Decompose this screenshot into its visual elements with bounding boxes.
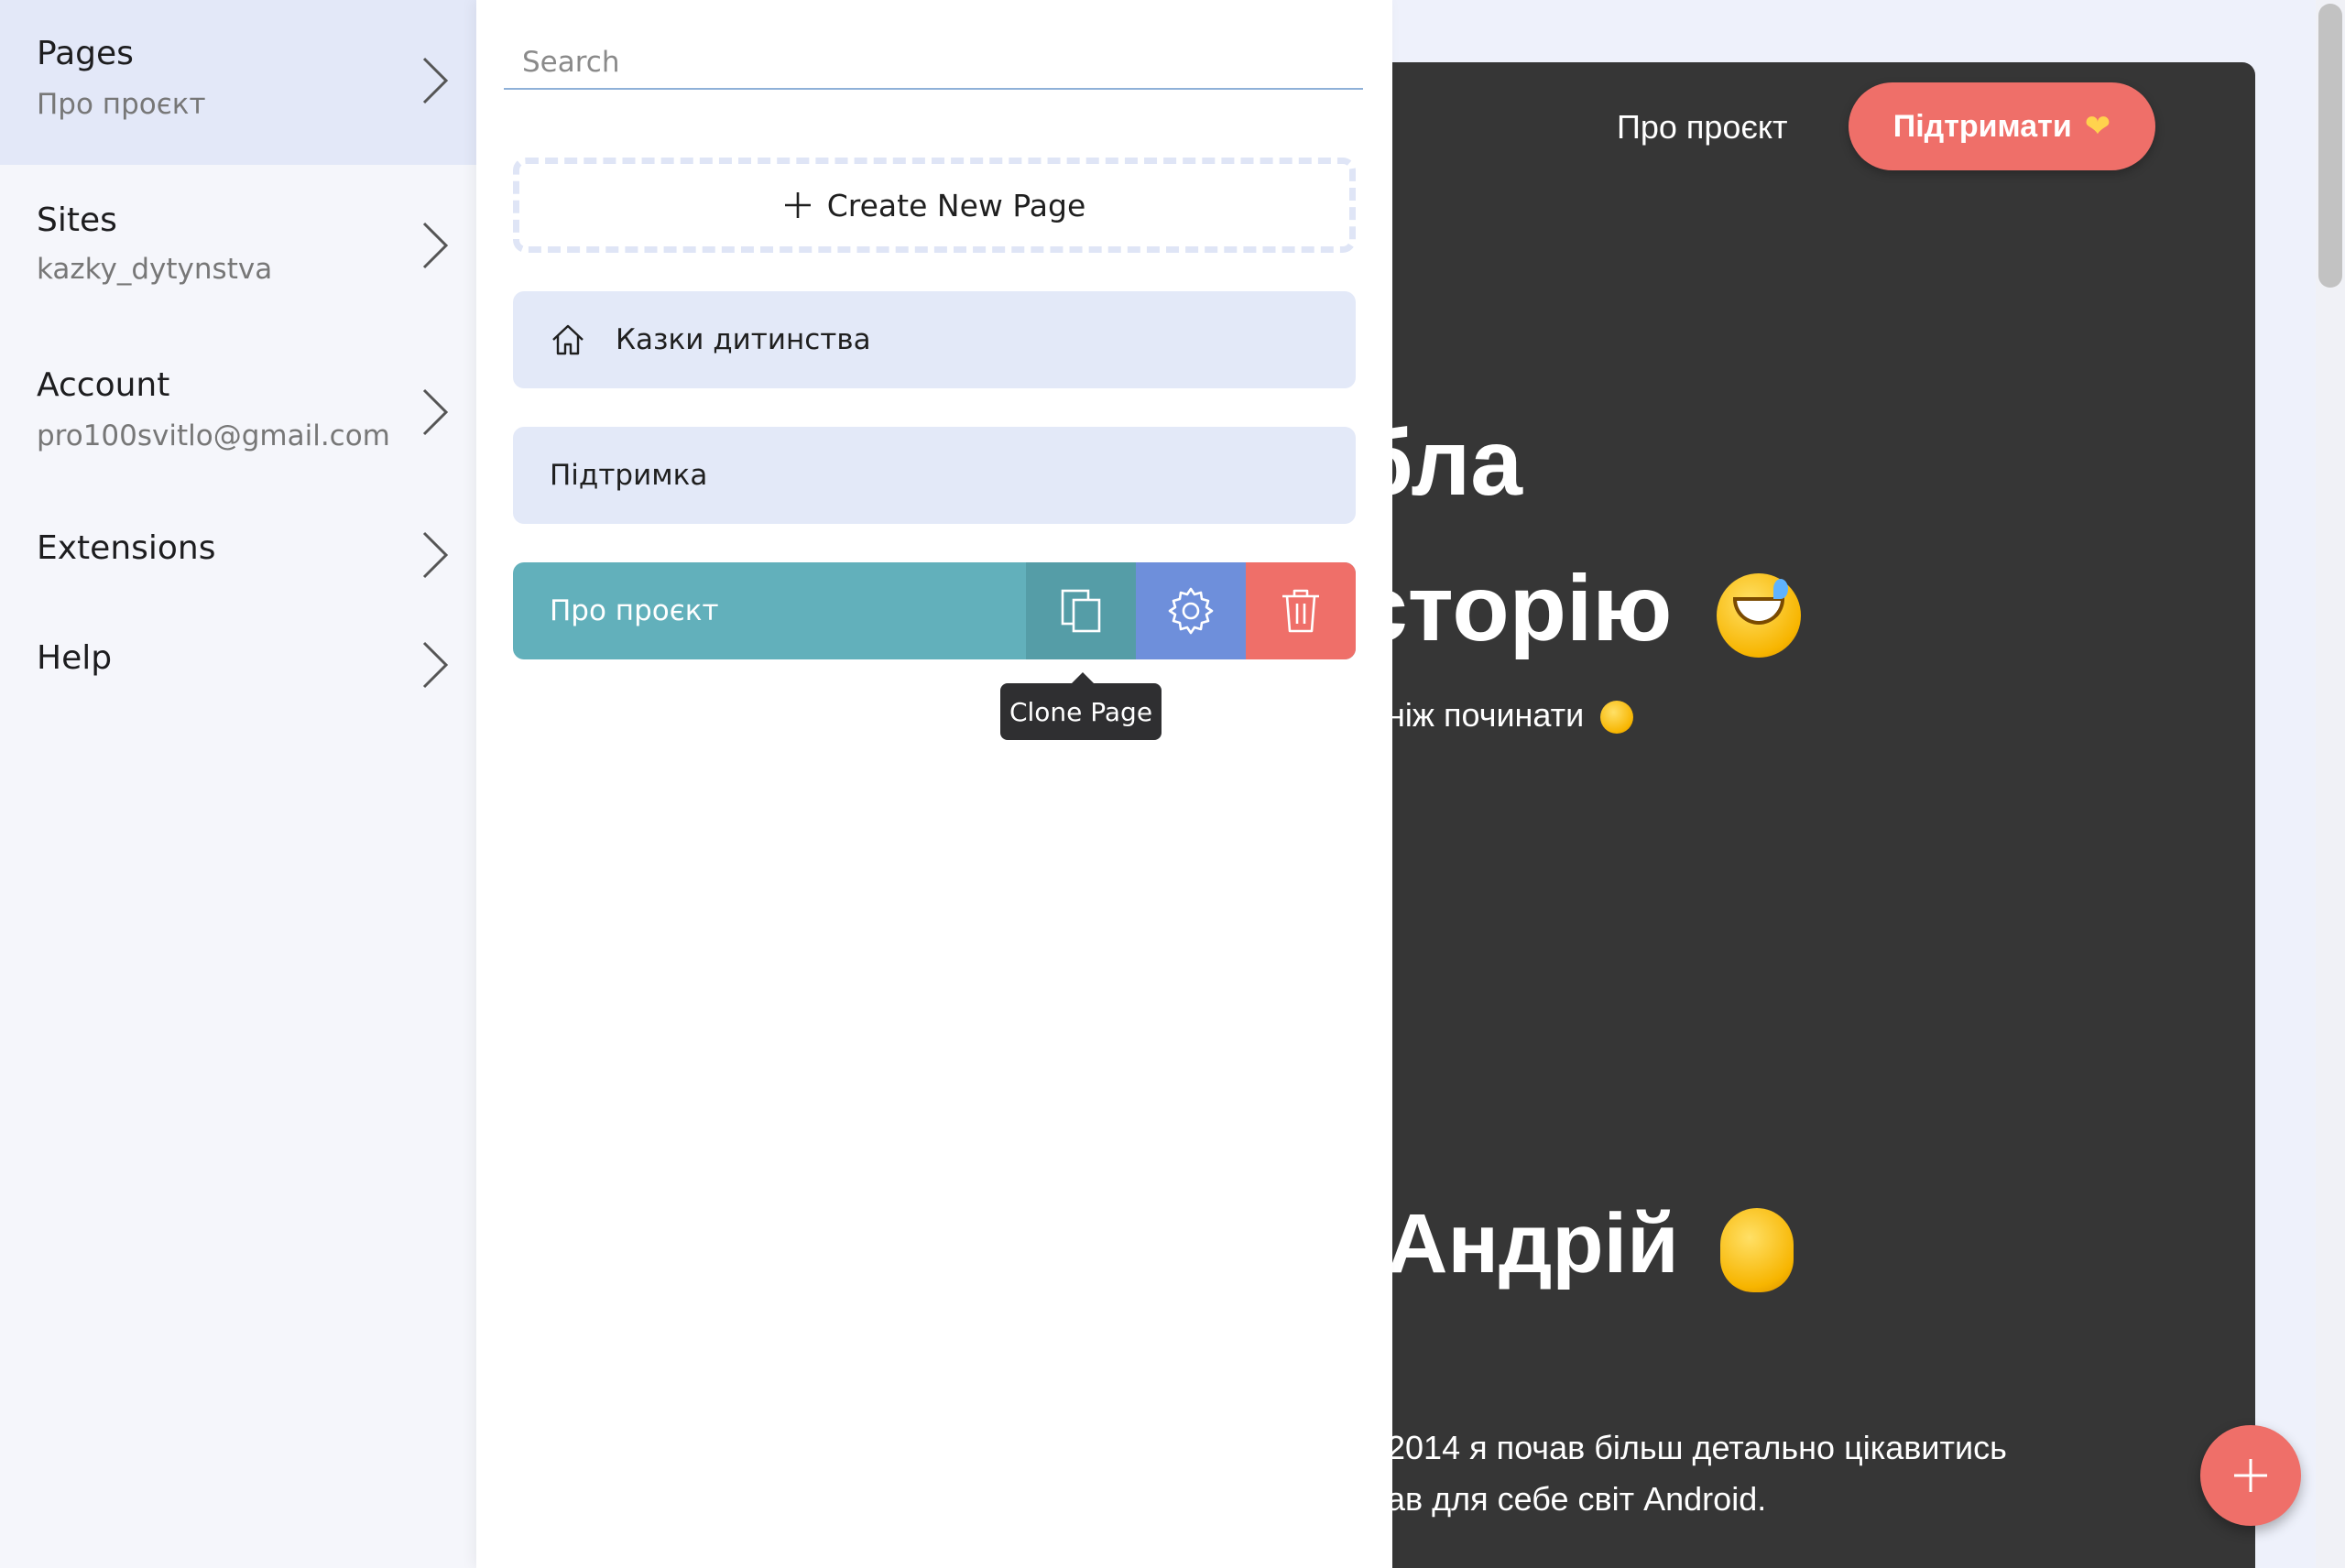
flexed-biceps-icon: ❤ <box>2084 109 2111 144</box>
preview-heading-line2: сторію <box>1392 561 1801 659</box>
gear-icon <box>1168 587 1214 635</box>
preview-heading2-text: Андрій <box>1392 1197 1679 1290</box>
sidebar-item-title: Help <box>37 639 113 677</box>
sidebar-item-title: Account <box>37 366 170 404</box>
sidebar: Pages Про проєкт Sites kazky_dytynstva A… <box>0 0 476 1568</box>
preview-nav-link[interactable]: Про проєкт <box>1617 108 1787 147</box>
page-item-about[interactable]: Про проєкт <box>513 562 1356 659</box>
site-preview: Про проєкт Підтримати ❤ бла сторію ніж п… <box>1392 62 2255 1568</box>
sidebar-item-subtitle: Про проєкт <box>37 88 206 121</box>
preview-paragraph-line2: ав для себе світ Android. <box>1392 1480 1767 1518</box>
page-item-home[interactable]: Казки дитинства <box>513 291 1356 388</box>
page-item-support[interactable]: Підтримка <box>513 427 1356 524</box>
sidebar-item-title: Extensions <box>37 529 216 567</box>
sidebar-item-pages[interactable]: Pages Про проєкт <box>0 0 476 165</box>
add-section-button[interactable] <box>2200 1425 2301 1526</box>
preview-heading-line2-text: сторію <box>1392 556 1673 660</box>
chevron-right-icon <box>422 57 449 104</box>
sidebar-item-extensions[interactable]: Extensions <box>0 513 476 623</box>
chevron-right-icon <box>422 641 449 689</box>
sweat-smile-emoji-icon <box>1716 573 1801 659</box>
chevron-right-icon <box>422 388 449 436</box>
sidebar-item-sites[interactable]: Sites kazky_dytynstva <box>0 165 476 330</box>
copy-icon <box>1061 589 1101 633</box>
trash-icon <box>1282 589 1319 633</box>
scrollbar-thumb[interactable] <box>2318 4 2342 288</box>
home-icon <box>552 324 584 355</box>
preview-support-label: Підтримати <box>1892 108 2072 144</box>
plus-icon <box>784 192 811 218</box>
clone-page-tooltip: Clone Page <box>1000 672 1162 740</box>
page-item-label: Підтримка <box>550 459 708 492</box>
preview-subtext-text: ніж починати <box>1392 696 1585 734</box>
sidebar-item-title: Sites <box>37 201 117 239</box>
clone-page-button[interactable] <box>1026 562 1136 659</box>
create-new-page-button[interactable]: Create New Page <box>513 158 1356 253</box>
preview-subtext: ніж починати <box>1392 696 1634 735</box>
preview-heading-line1: бла <box>1392 410 1522 515</box>
chevron-right-icon <box>422 531 449 579</box>
wink-emoji-icon <box>1600 701 1634 735</box>
preview-heading2: Андрій <box>1392 1202 1794 1292</box>
delete-page-button[interactable] <box>1246 562 1356 659</box>
page-item-label: Казки дитинства <box>616 323 871 356</box>
preview-paragraph-line1: 2014 я почав більш детально цікавитись <box>1392 1429 2007 1466</box>
create-new-page-label: Create New Page <box>826 187 1086 223</box>
sidebar-item-subtitle: pro100svitlo@gmail.com <box>37 419 390 452</box>
search-input[interactable] <box>504 37 1363 90</box>
page-item-label: Про проєкт <box>550 594 719 627</box>
sidebar-item-title: Pages <box>37 35 134 72</box>
plus-icon <box>2234 1459 2267 1492</box>
pages-panel: Create New Page Казки дитинства Підтримк… <box>476 0 1392 1568</box>
sidebar-item-account[interactable]: Account pro100svitlo@gmail.com <box>0 332 476 496</box>
sidebar-item-help[interactable]: Help <box>0 623 476 733</box>
vulcan-salute-emoji-icon <box>1720 1207 1794 1292</box>
page-settings-button[interactable] <box>1136 562 1246 659</box>
chevron-right-icon <box>422 222 449 269</box>
preview-support-button[interactable]: Підтримати ❤ <box>1849 82 2155 170</box>
sidebar-item-subtitle: kazky_dytynstva <box>37 253 273 286</box>
